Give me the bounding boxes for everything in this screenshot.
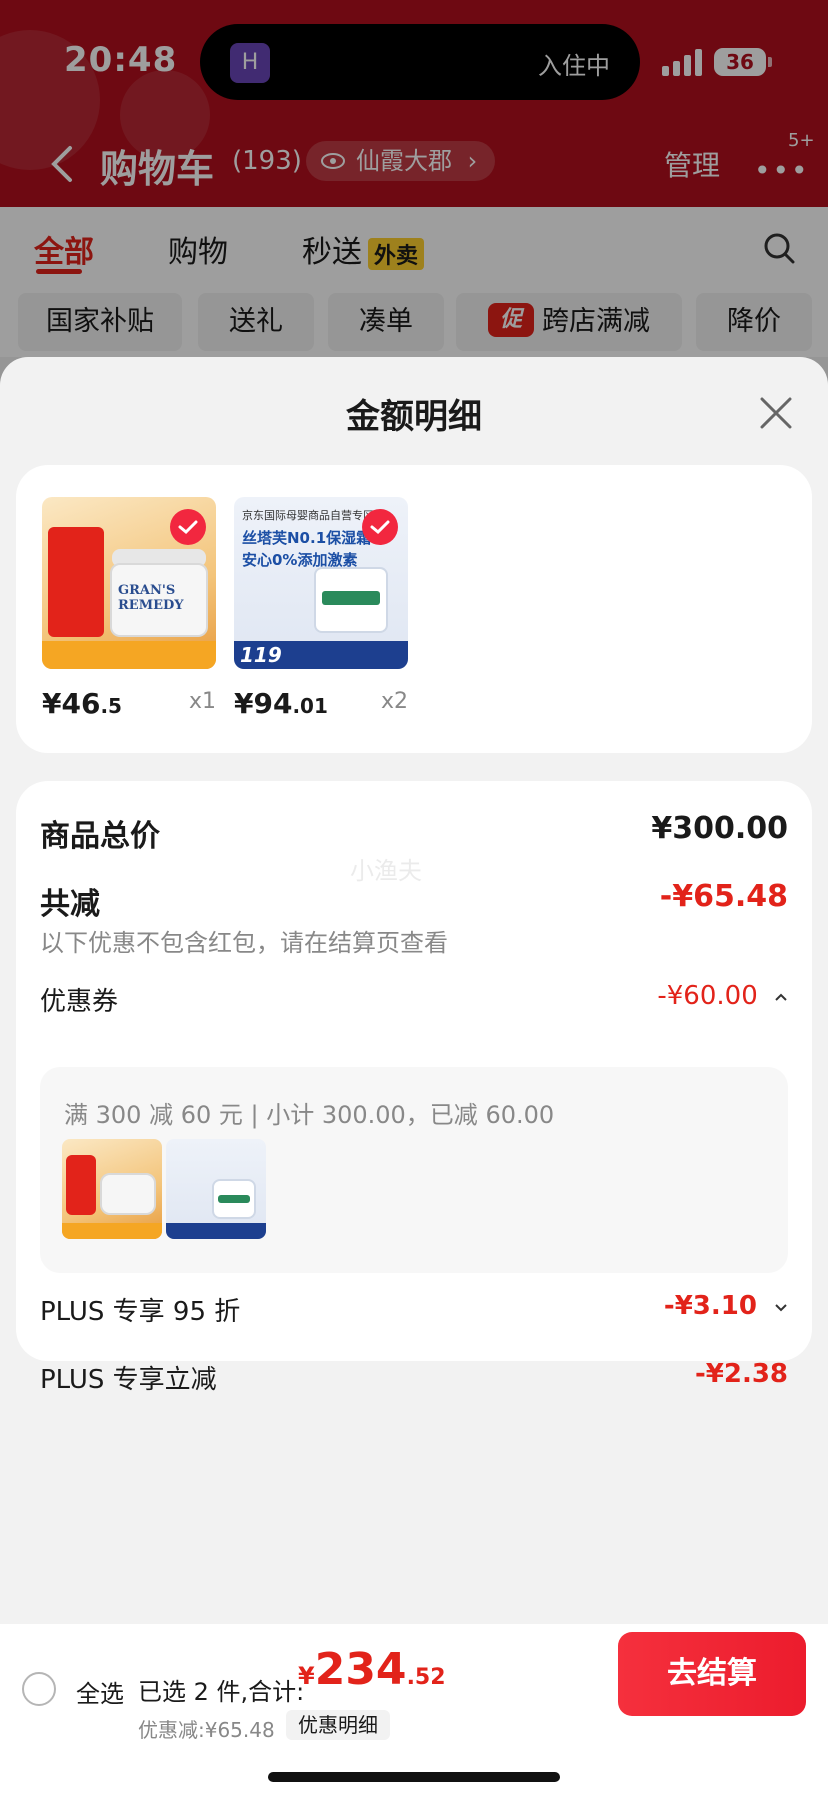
close-icon[interactable] [756,393,796,433]
selection-summary: 已选 2 件,合计: [138,1678,305,1706]
chevron-down-icon [775,1303,787,1311]
product-quantity: x1 [188,689,216,714]
product-image: 京东国际母婴商品自营专区 丝塔芙N0.1保湿霜 安心0%添加激素 119 [234,497,408,669]
total-price-value: ¥300.00 [651,811,788,846]
plus-95-value: -¥3.10 [663,1291,757,1321]
product-list-card: GRAN'S REMEDY ¥46.5 x1 京东国际母婴商品自营专区 丝塔芙N… [16,465,812,753]
product-price: ¥94.01 [234,687,328,720]
total-reduction-label: 共减 [40,887,100,922]
discount-detail-button[interactable]: 优惠明细 [286,1710,390,1740]
plus-direct-value: -¥2.38 [694,1359,788,1389]
coupon-value: -¥60.00 [657,981,758,1011]
checked-icon [170,509,206,545]
coupon-product-thumb [62,1139,162,1239]
product-price: ¥46.5 [42,687,122,720]
discount-amount: 优惠减:¥65.48 [138,1718,275,1742]
coupon-label: 优惠券 [40,987,119,1017]
product-image: GRAN'S REMEDY [42,497,216,669]
sheet-title: 金额明细 [346,397,482,437]
coupon-description: 满 300 减 60 元 | 小计 300.00，已减 60.00 [64,1101,555,1129]
checked-icon [362,509,398,545]
product-quantity: x2 [380,689,408,714]
price-breakdown-card: 商品总价 ¥300.00 小渔夫 共减 -¥65.48 以下优惠不包含红包，请在… [16,781,812,1395]
coupon-detail-box: 满 300 减 60 元 | 小计 300.00，已减 60.00 [40,1067,788,1273]
plus-direct-label: PLUS 专享立减 [40,1365,217,1395]
select-all-radio[interactable] [22,1672,56,1706]
total-price-label: 商品总价 [40,819,160,854]
coupon-toggle[interactable]: -¥60.00 [657,981,788,1011]
total-reduction-value: -¥65.48 [659,879,788,914]
reduction-note: 以下优惠不包含红包，请在结算页查看 [40,929,448,957]
checkout-button[interactable]: 去结算 [618,1632,806,1716]
coupon-product-thumb [166,1139,266,1239]
chevron-up-icon [775,993,787,1001]
total-amount: ¥234.52 [298,1644,446,1695]
watermark: 小渔夫 [350,857,422,885]
plus-95-toggle[interactable]: -¥3.10 [664,1291,788,1321]
checkout-bar: 全选 已选 2 件,合计: ¥234.52 优惠减:¥65.48 优惠明细 去结… [0,1624,828,1796]
home-indicator[interactable] [268,1772,560,1782]
amount-detail-sheet: 金额明细 GRAN'S REMEDY ¥46.5 x1 京东国际母婴商品自营专区… [0,357,828,1796]
plus-95-label: PLUS 专享 95 折 [40,1297,241,1327]
select-all-label[interactable]: 全选 [76,1674,124,1709]
